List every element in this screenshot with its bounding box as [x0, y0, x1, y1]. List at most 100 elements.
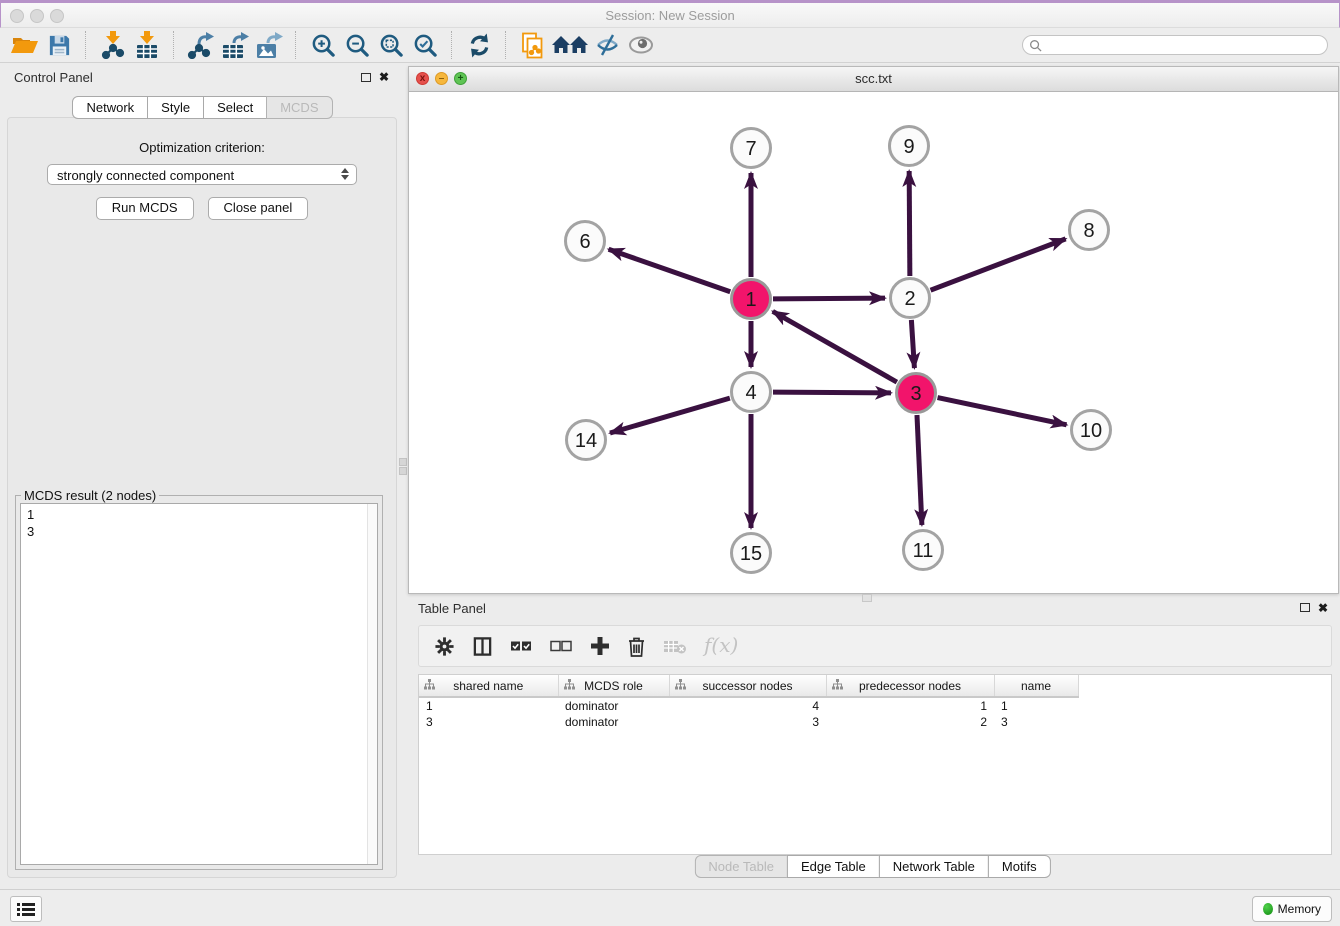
- delete-table-button-disabled: [663, 638, 687, 655]
- delete-row-button[interactable]: [627, 636, 646, 657]
- optimization-criterion-label: Optimization criterion:: [8, 140, 396, 155]
- control-panel-title: Control Panel: [14, 70, 93, 85]
- tab-network[interactable]: Network: [72, 96, 148, 119]
- table-settings-button[interactable]: [434, 636, 455, 657]
- table-cell[interactable]: 1: [826, 697, 994, 714]
- zoom-selected-button[interactable]: [408, 30, 442, 61]
- node-label-4: 4: [745, 382, 756, 404]
- table-tabs: Node Table Edge Table Network Table Moti…: [694, 855, 1050, 878]
- select-arrows-icon: [341, 168, 349, 180]
- close-panel-icon[interactable]: ✖: [379, 70, 389, 84]
- tab-network-table[interactable]: Network Table: [879, 855, 989, 878]
- table-cell[interactable]: dominator: [558, 697, 669, 714]
- edge-3-1[interactable]: [773, 311, 897, 382]
- table-cell[interactable]: 3: [419, 714, 558, 730]
- export-image-button[interactable]: [252, 30, 286, 61]
- toolbar-separator: [173, 31, 175, 59]
- table-cell[interactable]: 3: [669, 714, 826, 730]
- tab-node-table[interactable]: Node Table: [694, 855, 788, 878]
- gear-icon: [434, 636, 455, 657]
- search-field[interactable]: [1022, 35, 1328, 55]
- network-canvas[interactable]: 7968124314101511: [409, 92, 1338, 593]
- zoom-in-button[interactable]: [306, 30, 340, 61]
- home-button[interactable]: [550, 30, 590, 61]
- import-table-button[interactable]: [130, 30, 164, 61]
- function-builder-button-disabled: f(x): [704, 633, 738, 657]
- tab-select[interactable]: Select: [203, 96, 267, 119]
- clone-network-button[interactable]: [516, 30, 550, 61]
- run-mcds-button[interactable]: Run MCDS: [96, 197, 194, 220]
- table-cell[interactable]: 1: [994, 697, 1078, 714]
- memory-button[interactable]: Memory: [1252, 896, 1332, 922]
- refresh-layout-button[interactable]: [462, 30, 496, 61]
- tab-style[interactable]: Style: [147, 96, 204, 119]
- close-table-panel-icon[interactable]: ✖: [1318, 601, 1328, 615]
- show-hidden-button[interactable]: [624, 30, 658, 61]
- zoom-out-icon: [345, 33, 370, 58]
- edge-4-14[interactable]: [610, 398, 730, 433]
- network-window: x – + scc.txt 7968124314101511: [408, 66, 1339, 594]
- export-image-icon: [255, 32, 283, 59]
- search-input[interactable]: [1046, 37, 1321, 53]
- table-cell[interactable]: 2: [826, 714, 994, 730]
- import-network-icon: [100, 31, 126, 59]
- vertical-splitter-handle[interactable]: [399, 467, 407, 475]
- shared-column-icon: [675, 679, 686, 693]
- network-window-title: scc.txt: [409, 71, 1338, 86]
- edge-4-3[interactable]: [773, 392, 891, 393]
- toggle-columns-button[interactable]: [472, 636, 493, 657]
- edge-2-9[interactable]: [909, 171, 910, 276]
- result-scrollbar[interactable]: [367, 504, 377, 864]
- column-header-name[interactable]: name: [994, 675, 1078, 697]
- table-cell[interactable]: 3: [994, 714, 1078, 730]
- table-cell[interactable]: dominator: [558, 714, 669, 730]
- criterion-select[interactable]: strongly connected component: [47, 164, 357, 185]
- table-cell[interactable]: 4: [669, 697, 826, 714]
- deselect-all-button[interactable]: [550, 638, 573, 654]
- edge-1-6[interactable]: [609, 249, 731, 291]
- control-panel-header: Control Panel ✖: [0, 65, 405, 91]
- hide-selected-button[interactable]: [590, 30, 624, 61]
- save-session-button[interactable]: [42, 30, 76, 61]
- tab-edge-table[interactable]: Edge Table: [787, 855, 880, 878]
- open-session-button[interactable]: [8, 30, 42, 61]
- window-titlebar: Session: New Session: [0, 0, 1340, 28]
- float-table-panel-icon[interactable]: [1300, 603, 1310, 612]
- table-row[interactable]: 1dominator411: [419, 697, 1078, 714]
- tab-motifs[interactable]: Motifs: [988, 855, 1051, 878]
- edge-2-3[interactable]: [911, 320, 914, 368]
- edge-3-11[interactable]: [917, 415, 922, 525]
- vertical-splitter-handle[interactable]: [399, 458, 407, 466]
- column-header-predecessor-nodes[interactable]: predecessor nodes: [826, 675, 994, 697]
- export-network-button[interactable]: [184, 30, 218, 61]
- eye-slash-icon: [594, 33, 621, 58]
- table-cell[interactable]: 1: [419, 697, 558, 714]
- import-network-button[interactable]: [96, 30, 130, 61]
- close-panel-button[interactable]: Close panel: [208, 197, 309, 220]
- table-panel: Table Panel ✖: [405, 601, 1340, 890]
- edge-2-8[interactable]: [931, 239, 1066, 290]
- column-header-shared-name[interactable]: shared name: [419, 675, 558, 697]
- column-header-successor-nodes[interactable]: successor nodes: [669, 675, 826, 697]
- status-bar: Memory: [0, 889, 1340, 926]
- select-all-button[interactable]: [510, 638, 533, 654]
- tab-mcds[interactable]: MCDS: [266, 96, 332, 119]
- node-table-body: 1dominator4113dominator323: [419, 697, 1078, 730]
- export-table-icon: [221, 32, 249, 59]
- search-icon: [1029, 39, 1042, 52]
- float-panel-icon[interactable]: [361, 73, 371, 82]
- network-window-titlebar[interactable]: x – + scc.txt: [409, 67, 1338, 92]
- export-table-button[interactable]: [218, 30, 252, 61]
- column-header-mcds-role[interactable]: MCDS role: [558, 675, 669, 697]
- zoom-fit-button[interactable]: [374, 30, 408, 61]
- mcds-result-box: MCDS result (2 nodes) 1 3: [15, 495, 383, 870]
- mcds-result-area[interactable]: 1 3: [20, 503, 378, 865]
- task-history-button[interactable]: [10, 896, 42, 922]
- zoom-out-button[interactable]: [340, 30, 374, 61]
- add-row-button[interactable]: [590, 636, 610, 656]
- edge-3-10[interactable]: [938, 398, 1067, 425]
- edge-1-2[interactable]: [773, 298, 885, 299]
- table-row[interactable]: 3dominator323: [419, 714, 1078, 730]
- toolbar-separator: [295, 31, 297, 59]
- control-panel: Control Panel ✖ Network Style Select MCD…: [0, 65, 405, 880]
